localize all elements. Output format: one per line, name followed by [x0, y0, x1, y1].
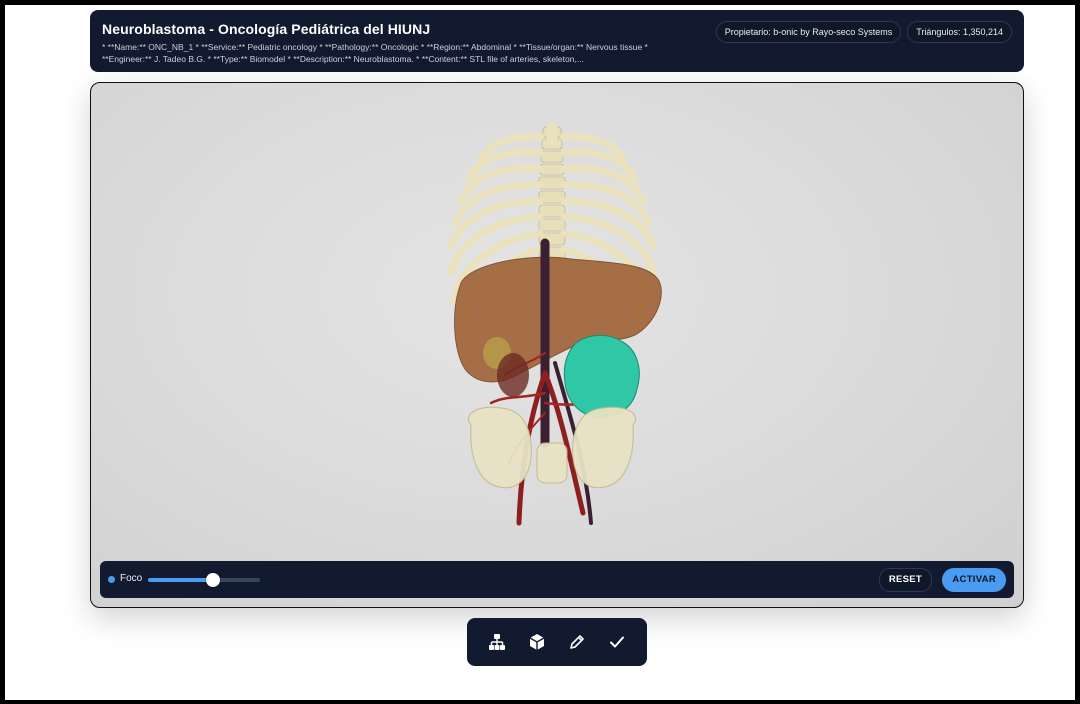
owner-badge: Propietario: b-onic by Rayo-seco Systems	[715, 21, 902, 43]
3d-viewer[interactable]: Foco RESET ACTIVAR	[90, 82, 1024, 608]
sternum	[547, 123, 557, 145]
model-header: Neuroblastoma - Oncología Pediátrica del…	[90, 10, 1024, 72]
tumor	[563, 334, 640, 418]
focus-indicator-dot	[108, 576, 115, 583]
cube-icon[interactable]	[525, 630, 549, 654]
pencil-icon[interactable]	[565, 630, 589, 654]
focus-slider[interactable]	[148, 573, 260, 587]
header-badges: Propietario: b-onic by Rayo-seco Systems…	[715, 21, 1012, 43]
model-description: * **Name:** ONC_NB_1 * **Service:** Pedi…	[102, 42, 648, 64]
focus-label: Foco	[120, 573, 143, 584]
kidney	[497, 353, 529, 397]
focus-slider-thumb[interactable]	[205, 573, 220, 587]
viewer-toolbar: Foco RESET ACTIVAR	[100, 561, 1014, 598]
anatomy-model[interactable]	[421, 113, 681, 543]
tool-bar	[467, 618, 647, 666]
pelvis	[468, 406, 636, 489]
reset-button[interactable]: RESET	[878, 568, 932, 592]
activate-button[interactable]: ACTIVAR	[942, 568, 1006, 592]
check-icon[interactable]	[605, 630, 629, 654]
triangles-badge: Triángulos: 1,350,214	[907, 21, 1012, 43]
focus-slider-fill	[148, 578, 213, 582]
page: Neuroblastoma - Oncología Pediátrica del…	[5, 5, 1075, 700]
hierarchy-icon[interactable]	[485, 630, 509, 654]
